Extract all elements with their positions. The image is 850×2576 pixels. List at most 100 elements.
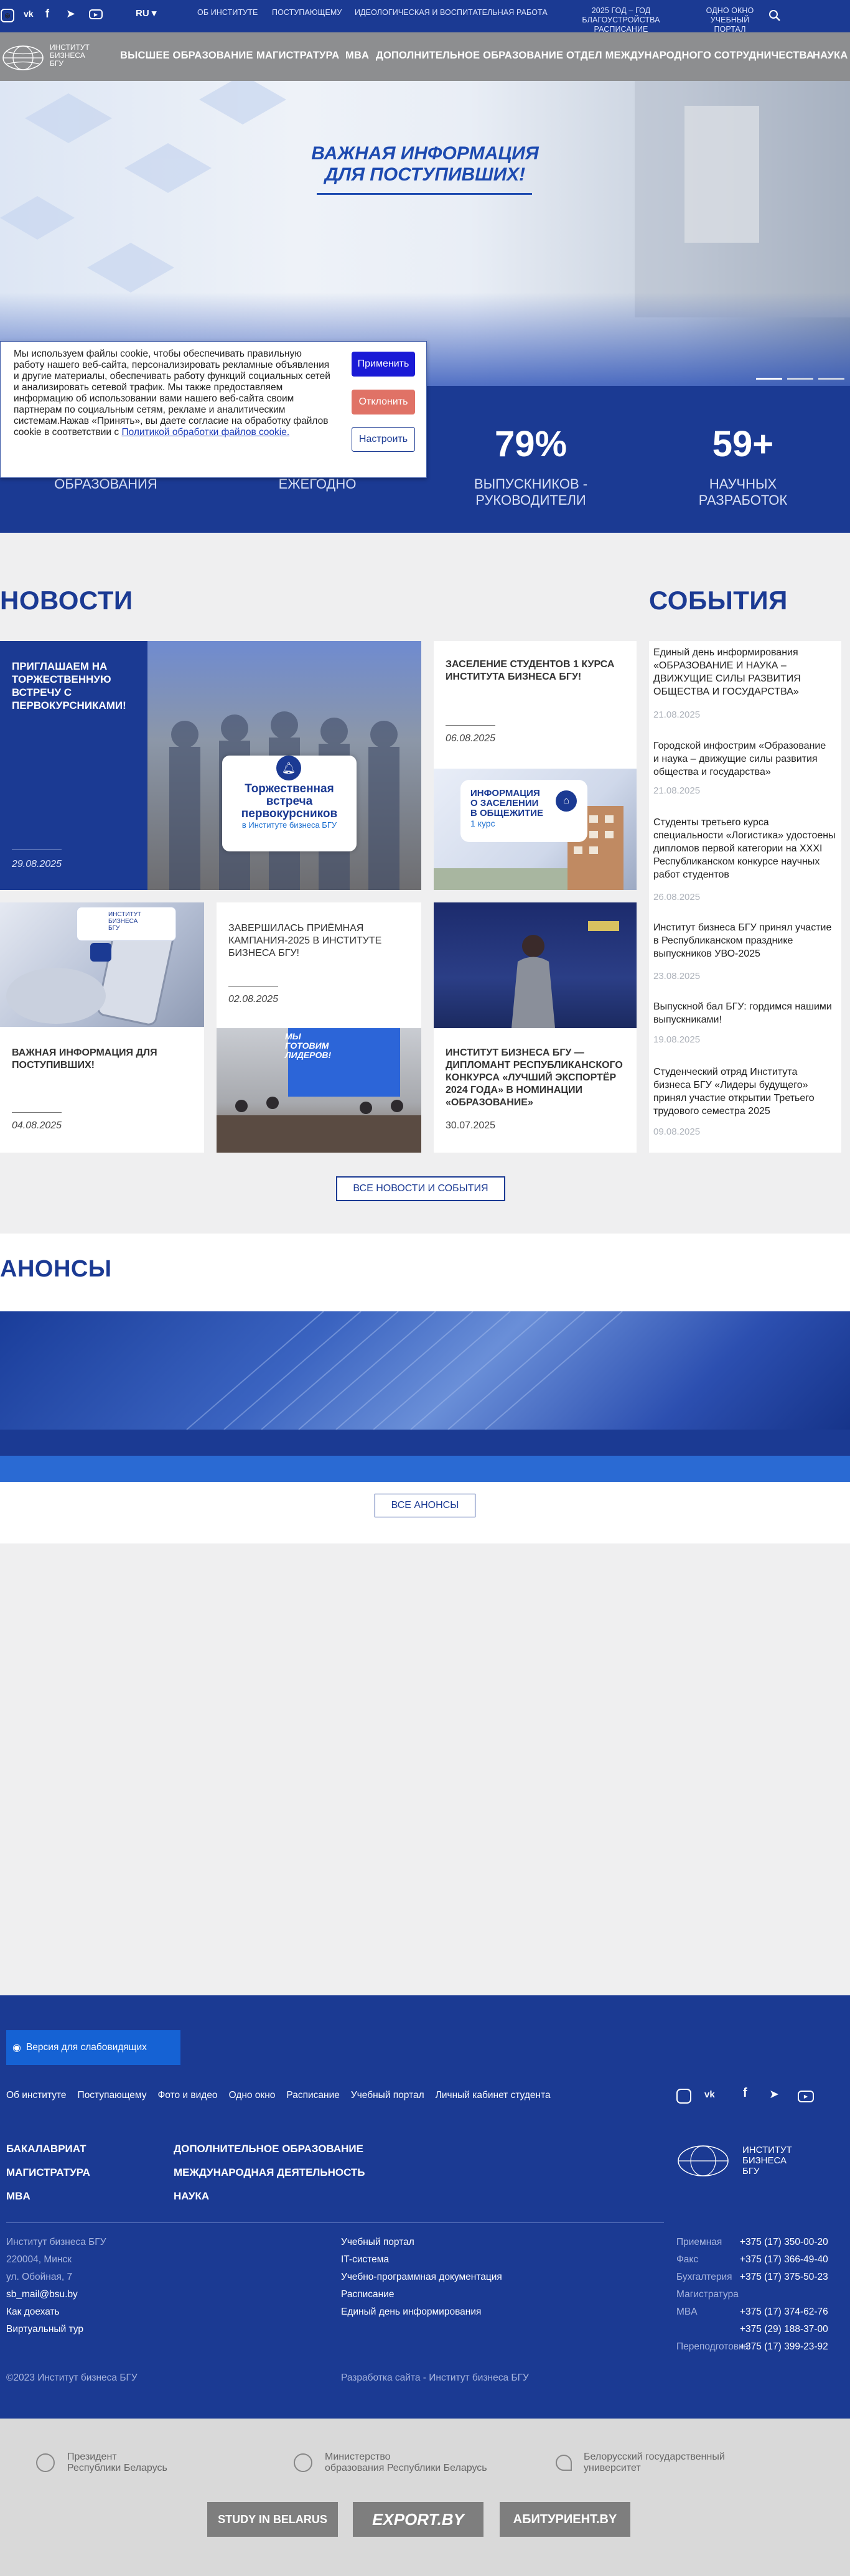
footer-nav-additional[interactable]: ДОПОЛНИТЕЛЬНОЕ ОБРАЗОВАНИЕ xyxy=(174,2137,365,2161)
nav-2025[interactable]: 2025 ГОД – ГОД БЛАГОУСТРОЙСТВА xyxy=(556,6,686,25)
all-news-button[interactable]: ВСЕ НОВОСТИ И СОБЫТИЯ xyxy=(336,1176,505,1201)
export-by-badge[interactable]: EXPORT.BY xyxy=(353,2502,483,2537)
instagram-icon[interactable]: ◎ xyxy=(1,9,14,22)
event-title[interactable]: Городской инфострим «Образование и наука… xyxy=(653,739,834,779)
footer-link[interactable]: Учебно-программная документация xyxy=(341,2269,502,2286)
nav-masters[interactable]: МАГИСТРАТУРА xyxy=(256,50,339,62)
facebook-icon[interactable]: f xyxy=(743,2086,747,2101)
footer-link[interactable]: Расписание xyxy=(341,2286,502,2303)
logo-line: БГУ xyxy=(108,925,120,932)
youtube-icon[interactable]: ▶ xyxy=(89,9,103,19)
footer-link[interactable]: Учебный портал xyxy=(341,2234,502,2251)
nav-applicants[interactable]: ПОСТУПАЮЩЕМУ xyxy=(272,8,342,17)
nav-additional-education[interactable]: ДОПОЛНИТЕЛЬНОЕ ОБРАЗОВАНИЕ xyxy=(376,50,563,62)
footer-email[interactable]: sb_mail@bsu.by xyxy=(6,2286,106,2303)
cookie-configure-button[interactable]: Настроить xyxy=(352,427,415,452)
event-title[interactable]: Институт бизнеса БГУ принял участие в Ре… xyxy=(653,921,837,960)
nav-2025-group[interactable]: 2025 ГОД – ГОД БЛАГОУСТРОЙСТВА РАСПИСАНИ… xyxy=(556,6,686,34)
footer-link[interactable]: Единый день информирования xyxy=(341,2303,502,2321)
footer-link[interactable]: Фото и видео xyxy=(158,2090,218,2101)
contact-phone[interactable]: +375 (17) 374-62-76 xyxy=(740,2303,828,2321)
event-title[interactable]: Единый день информирования «ОБРАЗОВАНИЕ … xyxy=(653,646,834,698)
logo-globe-icon[interactable] xyxy=(1,44,45,72)
nav-one-window[interactable]: ОДНО ОКНО xyxy=(696,6,764,16)
overlay-subtitle: в Институте бизнеса БГУ xyxy=(241,820,337,830)
nav-ideology[interactable]: ИДЕОЛОГИЧЕСКАЯ И ВОСПИТАТЕЛЬНАЯ РАБОТА xyxy=(355,8,548,17)
footer-logo-text[interactable]: ИНСТИТУТ БИЗНЕСА БГУ xyxy=(742,2145,792,2176)
nav-higher-education[interactable]: ВЫСШЕЕ ОБРАЗОВАНИЕ xyxy=(120,50,253,62)
partner-bsu[interactable]: Белорусский государственный университет xyxy=(584,2452,725,2474)
footer-nav-science[interactable]: НАУКА xyxy=(174,2185,365,2208)
contact-phone[interactable]: +375 (17) 399-23-92 xyxy=(740,2338,828,2356)
logo-text[interactable]: ИНСТИТУТ БИЗНЕСА БГУ xyxy=(50,44,90,68)
footer-logo-globe-icon[interactable] xyxy=(676,2143,730,2179)
footer-directions[interactable]: Как доехать xyxy=(6,2303,106,2321)
event-date: 26.08.2025 xyxy=(653,892,701,902)
event-title[interactable]: Выпускной бал БГУ: гордимся нашими выпус… xyxy=(653,1000,834,1026)
cookie-accept-button[interactable]: Применить xyxy=(352,352,415,377)
nav-portal[interactable]: УЧЕБНЫЙ ПОРТАЛ xyxy=(696,16,764,34)
slogan-line: МЫ xyxy=(285,1031,301,1041)
accessibility-button[interactable]: ◉ Версия для слабовидящих xyxy=(6,2030,180,2065)
news-title[interactable]: ЗАВЕРШИЛАСЬ ПРИЁМНАЯ КАМПАНИЯ-2025 В ИНС… xyxy=(228,922,399,960)
cookie-text: Мы используем файлы cookie, чтобы обеспе… xyxy=(14,349,331,438)
abiturient-by-badge[interactable]: АБИТУРИЕНТ.BY xyxy=(500,2502,630,2537)
news-title[interactable]: ВАЖНАЯ ИНФОРМАЦИЯ ДЛЯ ПОСТУПИВШИХ! xyxy=(12,1047,192,1072)
telegram-icon[interactable]: ➤ xyxy=(66,7,75,21)
contact-phone[interactable]: +375 (17) 375-50-23 xyxy=(740,2269,828,2286)
facebook-icon[interactable]: f xyxy=(45,7,49,21)
all-announcements-button[interactable]: ВСЕ АНОНСЫ xyxy=(375,1494,475,1517)
news-title[interactable]: ЗАСЕЛЕНИЕ СТУДЕНТОВ 1 КУРСА ИНСТИТУТА БИ… xyxy=(446,658,626,683)
study-in-belarus-badge[interactable]: STUDY IN BELARUS xyxy=(207,2502,338,2537)
nav-science[interactable]: НАУКА xyxy=(813,50,848,62)
footer-link[interactable]: Об институте xyxy=(6,2090,67,2101)
contact-row: Переподготовка +375 (17) 399-23-92 xyxy=(676,2338,844,2356)
partner-ministry[interactable]: Министерство образования Республики Бела… xyxy=(325,2452,487,2474)
footer-link[interactable]: Учебный портал xyxy=(351,2090,424,2101)
youtube-icon[interactable]: ▶ xyxy=(798,2091,814,2102)
event-title[interactable]: Студенческий отряд Института бизнеса БГУ… xyxy=(653,1066,834,1118)
news-card[interactable] xyxy=(217,902,421,1028)
footer-link[interactable]: Личный кабинет студента xyxy=(436,2090,551,2101)
footer-nav-bachelor[interactable]: БАКАЛАВРИАТ xyxy=(6,2137,90,2161)
nav-mba[interactable]: MBA xyxy=(345,50,369,62)
event-title[interactable]: Студенты третьего курса специальности «Л… xyxy=(653,816,837,881)
vk-icon[interactable]: vk xyxy=(704,2089,715,2100)
footer-link[interactable]: Одно окно xyxy=(229,2090,276,2101)
news-heading: НОВОСТИ xyxy=(0,586,133,615)
contact-phone[interactable]: +375 (17) 350-00-20 xyxy=(740,2234,828,2251)
search-icon[interactable] xyxy=(768,9,781,22)
cookie-reject-button[interactable]: Отклонить xyxy=(352,390,415,415)
nav-about[interactable]: ОБ ИНСТИТУТЕ xyxy=(197,8,258,17)
footer-org: Институт бизнеса БГУ xyxy=(6,2237,106,2247)
contact-label: Магистратура xyxy=(676,2289,739,2300)
slider-dot-active[interactable] xyxy=(756,378,782,380)
contact-phone[interactable]: +375 (17) 366-49-40 xyxy=(740,2251,828,2269)
telegram-icon[interactable]: ➤ xyxy=(769,2087,779,2102)
news-image[interactable] xyxy=(434,902,637,1028)
announcements-banner[interactable] xyxy=(0,1311,850,1430)
emblem-icon xyxy=(294,2453,312,2472)
footer-nav-mba[interactable]: MBA xyxy=(6,2185,90,2208)
footer-link[interactable]: IT-система xyxy=(341,2251,502,2269)
slider-dot[interactable] xyxy=(818,378,844,380)
contact-phone[interactable]: +375 (29) 188-37-00 xyxy=(740,2321,828,2338)
nav-window-group[interactable]: ОДНО ОКНО УЧЕБНЫЙ ПОРТАЛ xyxy=(696,6,764,34)
footer-link[interactable]: Расписание xyxy=(286,2090,339,2101)
vk-icon[interactable]: vk xyxy=(24,9,34,19)
footer-developer[interactable]: Разработка сайта - Институт бизнеса БГУ xyxy=(341,2372,529,2384)
empty-section xyxy=(0,1543,850,1995)
news-title[interactable]: ПРИГЛАШАЕМ НА ТОРЖЕСТВЕННУЮ ВСТРЕЧУ С ПЕ… xyxy=(12,660,136,712)
cookie-policy-link[interactable]: Политикой обработки файлов cookie. xyxy=(121,427,289,438)
language-selector[interactable]: RU ▾ xyxy=(136,7,156,19)
news-card[interactable] xyxy=(0,1027,204,1153)
news-title[interactable]: ИНСТИТУТ БИЗНЕСА БГУ — ДИПЛОМАНТ РЕСПУБЛ… xyxy=(446,1047,626,1109)
footer-nav-international[interactable]: МЕЖДУНАРОДНАЯ ДЕЯТЕЛЬНОСТЬ xyxy=(174,2161,365,2185)
footer-nav-masters[interactable]: МАГИСТРАТУРА xyxy=(6,2161,90,2185)
slider-dot[interactable] xyxy=(787,378,813,380)
instagram-icon[interactable] xyxy=(676,2089,691,2104)
footer-link[interactable]: Поступающему xyxy=(78,2090,147,2101)
partner-president[interactable]: Президент Республики Беларусь xyxy=(67,2452,167,2474)
footer-tour[interactable]: Виртуальный тур xyxy=(6,2321,106,2338)
nav-international[interactable]: ОТДЕЛ МЕЖДУНАРОДНОГО СОТРУДНИЧЕСТВА xyxy=(566,50,814,62)
